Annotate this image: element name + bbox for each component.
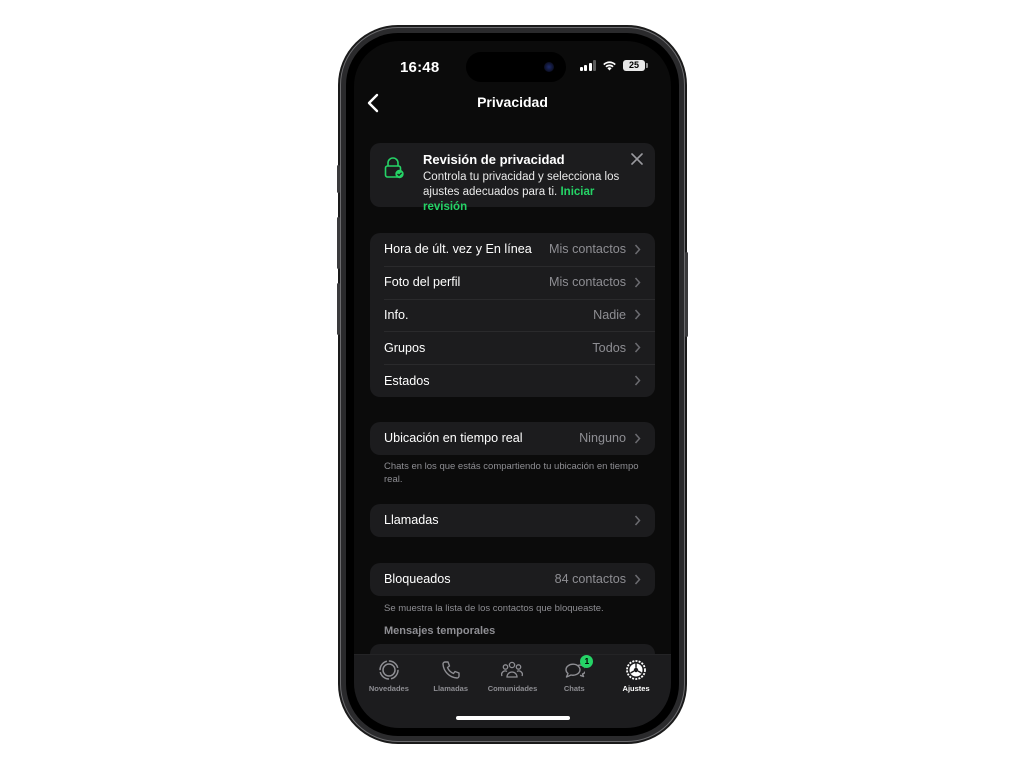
visibility-group: Hora de últ. vez y En línea Mis contacto… bbox=[370, 233, 655, 397]
tab-label: Ajustes bbox=[622, 684, 650, 693]
tab-chats[interactable]: 1 Chats bbox=[543, 655, 605, 693]
tab-calls[interactable]: Llamadas bbox=[420, 659, 482, 693]
row-label: Llamadas bbox=[384, 513, 439, 528]
row-label: Info. bbox=[384, 307, 409, 322]
row-blocked[interactable]: Bloqueados 84 contactos bbox=[370, 563, 655, 596]
location-group: Ubicación en tiempo real Ninguno bbox=[370, 422, 655, 455]
dynamic-island bbox=[466, 52, 566, 82]
row-value: Nadie bbox=[593, 307, 626, 322]
chevron-right-icon bbox=[634, 309, 641, 320]
review-title: Revisión de privacidad bbox=[423, 152, 565, 167]
chevron-right-icon bbox=[634, 277, 641, 288]
close-icon[interactable] bbox=[629, 151, 645, 167]
row-status[interactable]: Estados bbox=[370, 364, 655, 397]
tab-updates[interactable]: Novedades bbox=[358, 659, 420, 693]
phone-frame: 16:48 25 Privacidad Revisión de privacid… bbox=[337, 27, 688, 742]
row-label: Bloqueados bbox=[384, 572, 451, 587]
chevron-right-icon bbox=[634, 244, 641, 255]
chevron-right-icon bbox=[634, 342, 641, 353]
privacy-review-card: Revisión de privacidad Controla tu priva… bbox=[370, 143, 655, 213]
screen: 16:48 25 Privacidad Revisión de privacid… bbox=[354, 41, 671, 728]
tab-bar: Novedades Llamadas Comunidades 1 Chats A… bbox=[354, 654, 671, 728]
row-value: Ninguno bbox=[579, 431, 626, 446]
tab-label: Llamadas bbox=[433, 684, 468, 693]
row-label: Ubicación en tiempo real bbox=[384, 431, 523, 446]
signal-icon bbox=[579, 60, 596, 71]
row-live-location[interactable]: Ubicación en tiempo real Ninguno bbox=[370, 422, 655, 455]
power-button bbox=[685, 252, 688, 337]
unread-badge: 1 bbox=[580, 655, 594, 668]
row-last-seen[interactable]: Hora de últ. vez y En línea Mis contacto… bbox=[370, 233, 655, 266]
status-indicators: 25 bbox=[579, 60, 648, 71]
battery-icon: 25 bbox=[623, 60, 648, 71]
camera-icon bbox=[544, 62, 554, 72]
row-value: 84 contactos bbox=[554, 572, 626, 587]
row-label: Estados bbox=[384, 373, 430, 388]
settings-icon bbox=[626, 660, 646, 680]
row-label: Hora de últ. vez y En línea bbox=[384, 242, 532, 257]
phone-icon bbox=[441, 661, 460, 679]
status-time: 16:48 bbox=[400, 59, 440, 76]
wifi-icon bbox=[603, 61, 616, 71]
action-button bbox=[337, 165, 340, 193]
tab-settings[interactable]: Ajustes bbox=[605, 659, 667, 693]
review-description: Controla tu privacidad y selecciona los … bbox=[423, 170, 637, 215]
navigation-bar: Privacidad bbox=[354, 89, 671, 119]
row-value: Mis contactos bbox=[549, 242, 626, 257]
chevron-right-icon bbox=[634, 574, 641, 585]
updates-icon bbox=[379, 660, 399, 680]
row-groups[interactable]: Grupos Todos bbox=[370, 331, 655, 364]
bezel: 16:48 25 Privacidad Revisión de privacid… bbox=[346, 33, 679, 736]
row-label: Grupos bbox=[384, 340, 426, 355]
row-info[interactable]: Info. Nadie bbox=[370, 298, 655, 332]
location-footnote: Chats en los que estás compartiendo tu u… bbox=[384, 461, 639, 485]
row-calls[interactable]: Llamadas bbox=[370, 504, 655, 537]
temporary-messages-header: Mensajes temporales bbox=[384, 625, 496, 637]
blocked-group: Bloqueados 84 contactos bbox=[370, 563, 655, 596]
tab-label: Novedades bbox=[368, 684, 409, 693]
row-profile-photo[interactable]: Foto del perfil Mis contactos bbox=[370, 265, 655, 299]
tab-label: Comunidades bbox=[487, 684, 538, 693]
blocked-footnote: Se muestra la lista de los contactos que… bbox=[384, 603, 604, 614]
calls-group: Llamadas bbox=[370, 504, 655, 537]
home-indicator[interactable] bbox=[455, 716, 570, 720]
chevron-right-icon bbox=[634, 515, 641, 526]
volume-down-button bbox=[337, 283, 340, 335]
chevron-right-icon bbox=[634, 433, 641, 444]
communities-icon bbox=[501, 661, 524, 678]
tab-label: Chats bbox=[563, 684, 585, 693]
volume-up-button bbox=[337, 217, 340, 269]
lock-check-icon bbox=[384, 157, 404, 179]
tab-communities[interactable]: Comunidades bbox=[482, 659, 544, 693]
row-value: Mis contactos bbox=[549, 275, 626, 290]
row-label: Foto del perfil bbox=[384, 275, 461, 290]
row-value: Todos bbox=[592, 340, 626, 355]
chevron-right-icon bbox=[634, 375, 641, 386]
page-title: Privacidad bbox=[477, 94, 548, 110]
